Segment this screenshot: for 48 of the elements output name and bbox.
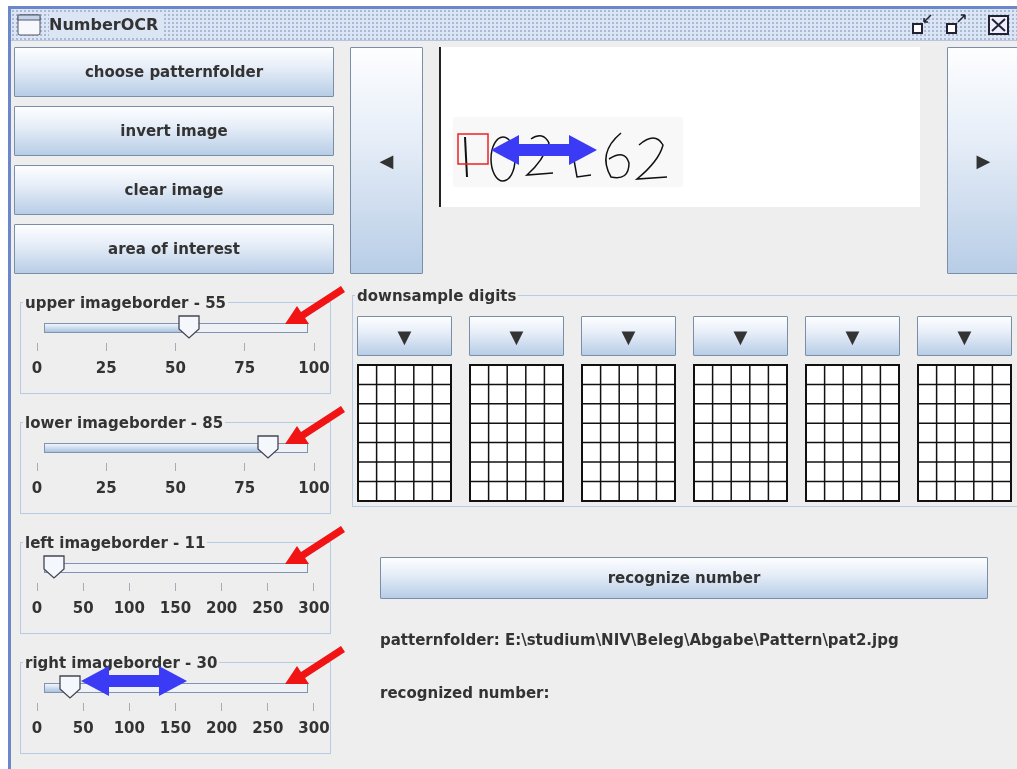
dropdown-button[interactable]: ▼ (469, 316, 564, 356)
tick-label: 75 (234, 478, 256, 499)
dropdown-button[interactable]: ▼ (805, 316, 900, 356)
tick-label: 0 (31, 478, 43, 499)
tick-label: 100 (298, 478, 330, 499)
action-button[interactable]: area of interest (14, 224, 334, 274)
slider-thumb[interactable] (42, 555, 65, 579)
slider-thumb[interactable] (257, 435, 280, 459)
slider-track[interactable] (44, 435, 308, 461)
tick-label: 200 (205, 598, 238, 619)
window-title: NumberOCR (49, 12, 165, 37)
tick-label: 0 (31, 718, 43, 739)
close-icon[interactable] (987, 13, 1011, 36)
tick-label: 250 (252, 598, 284, 619)
tick-label: 50 (165, 478, 186, 499)
slider-thumb[interactable] (178, 315, 201, 339)
recognize-button[interactable]: recognize number (380, 557, 988, 599)
patternfolder-text: patternfolder: E:\studium\NIV\Beleg\Abgabe\Pattern\pat2.jpg (380, 630, 900, 651)
tick-label: 50 (72, 718, 94, 739)
action-button[interactable]: choose patternfolder (14, 47, 334, 97)
previous-button[interactable]: ◀ (350, 47, 423, 274)
tick-label: 100 (298, 358, 330, 379)
action-button[interactable]: invert image (14, 106, 334, 156)
tick-label: 200 (205, 718, 238, 739)
next-button[interactable]: ▶ (947, 47, 1017, 274)
tick-label: 250 (252, 718, 284, 739)
tick-label: 100 (113, 598, 145, 619)
tick-label: 50 (165, 358, 186, 379)
dropdown-button[interactable]: ▼ (917, 316, 1012, 356)
tick-label: 25 (95, 358, 117, 379)
slider-track[interactable] (44, 315, 308, 341)
tick-label: 0 (31, 598, 43, 619)
dropdown-button[interactable]: ▼ (693, 316, 788, 356)
tick-label: 150 (159, 598, 192, 619)
window-icon (17, 13, 41, 36)
dropdown-button[interactable]: ▼ (581, 316, 676, 356)
action-button[interactable]: clear image (14, 165, 334, 215)
tick-label: 100 (113, 718, 145, 739)
slider-track[interactable] (44, 555, 308, 581)
tick-label: 300 (298, 718, 330, 739)
tick-label: 0 (31, 358, 43, 379)
dropdown-button[interactable]: ▼ (357, 316, 452, 356)
tick-label: 50 (72, 598, 94, 619)
recognized-number-label: recognized number: (380, 682, 551, 704)
tick-label: 25 (95, 478, 117, 499)
tick-label: 75 (234, 358, 256, 379)
tick-label: 150 (159, 718, 192, 739)
tick-label: 300 (298, 598, 330, 619)
